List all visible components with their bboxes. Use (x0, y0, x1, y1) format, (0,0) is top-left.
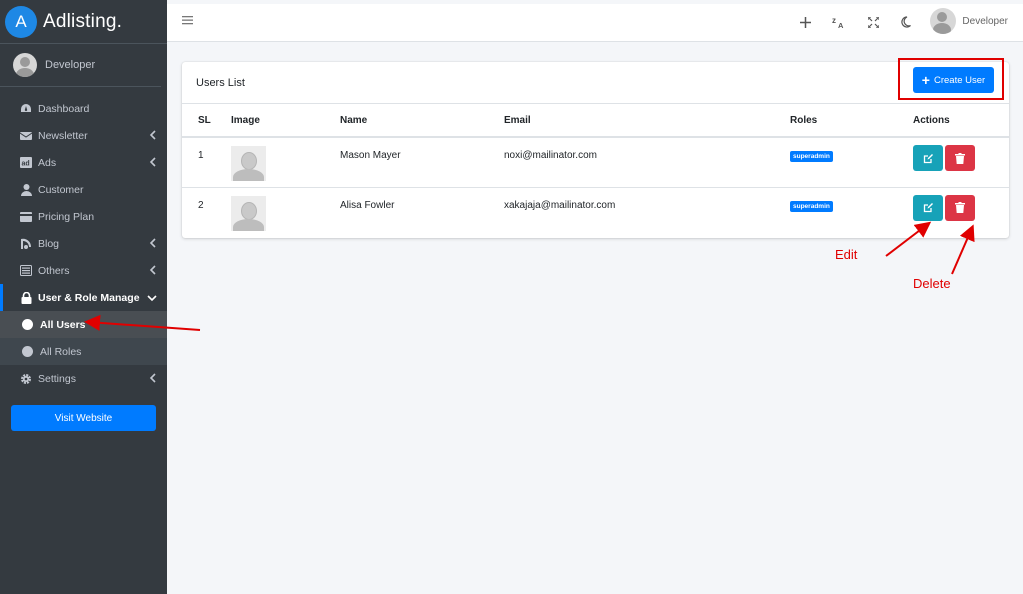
edit-annotation: Edit (835, 247, 858, 262)
delete-annotation: Delete (913, 276, 951, 291)
arrow-to-edit (885, 221, 932, 257)
arrow-to-delete (951, 224, 975, 275)
annotation-arrows (84, 221, 975, 331)
arrow-to-all-users (84, 314, 201, 331)
